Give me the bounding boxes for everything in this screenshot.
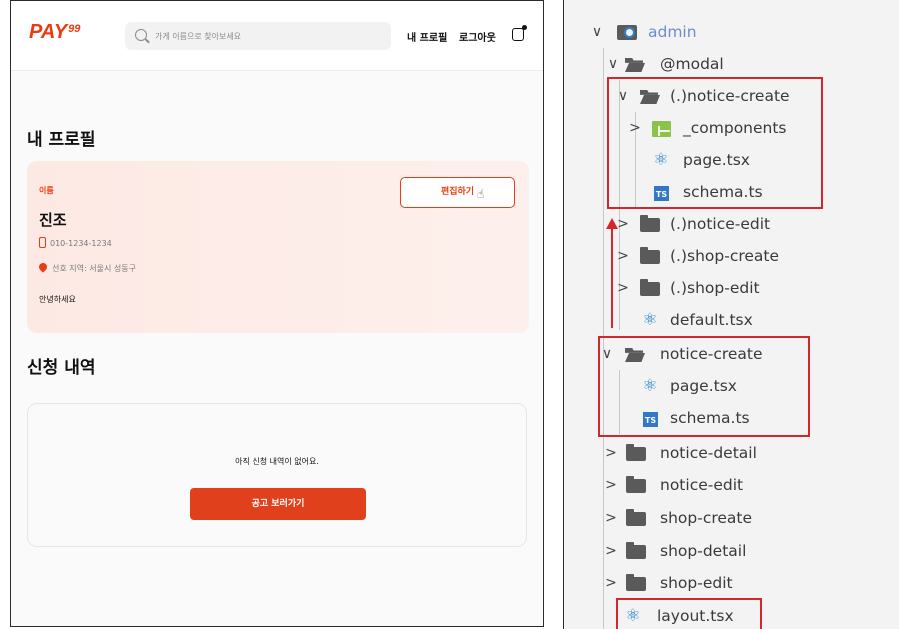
folder-open-icon — [625, 58, 645, 72]
logo[interactable]: PAY99 — [29, 21, 80, 49]
tree-label: (.)notice-edit — [670, 215, 771, 233]
folder-icon — [626, 444, 646, 461]
app-header: PAY99 내 프로필 로그아웃 — [11, 1, 543, 71]
folder-icon — [640, 279, 660, 296]
tree-folder-admin[interactable]: ∨ admin — [564, 16, 899, 48]
tree-file-default-tsx[interactable]: ⚛ default.tsx — [564, 304, 899, 336]
app-screenshot: PAY99 내 프로필 로그아웃 내 프로필 이름 진조 010-1234-12… — [10, 0, 544, 627]
annotation-box-notice-create — [598, 336, 810, 437]
tree-folder-intercept-shop-edit[interactable]: > (.)shop-edit — [564, 272, 899, 304]
tree-label: admin — [648, 23, 697, 41]
chevron-right-icon: > — [617, 216, 629, 232]
annotation-box-layout — [616, 598, 762, 629]
area-row: 선호 지역: 서울시 성동구 — [37, 261, 136, 274]
applications-title: 신청 내역 — [27, 358, 96, 378]
tree-label: notice-edit — [660, 476, 744, 494]
search-input[interactable] — [155, 26, 381, 46]
chevron-right-icon: > — [617, 248, 629, 264]
tree-folder-shop-edit[interactable]: > shop-edit — [564, 567, 899, 599]
admin-folder-icon — [617, 25, 637, 40]
profile-card: 이름 진조 010-1234-1234 선호 지역: 서울시 성동구 안녕하세요… — [27, 161, 529, 333]
tree-label: notice-detail — [660, 444, 757, 462]
nav-logout-link[interactable]: 로그아웃 — [459, 29, 496, 44]
tree-label: @modal — [660, 55, 724, 73]
page-title: 내 프로필 — [27, 130, 96, 150]
tree-label: default.tsx — [670, 311, 753, 329]
folder-icon — [626, 574, 646, 591]
folder-icon — [626, 476, 646, 493]
annotation-arrow-line — [611, 226, 613, 328]
tree-folder-intercept-shop-create[interactable]: > (.)shop-create — [564, 240, 899, 272]
search-bar[interactable] — [125, 22, 391, 50]
logo-text: PAY — [29, 21, 68, 43]
tree-label: shop-detail — [660, 542, 747, 560]
empty-applications-text: 아직 신청 내역이 없어요. — [235, 457, 319, 466]
folder-icon — [626, 542, 646, 559]
tree-label: shop-create — [660, 509, 753, 527]
applications-card: 아직 신청 내역이 없어요. 공고 보러가기 — [27, 403, 527, 547]
search-icon — [135, 29, 147, 41]
tree-label: shop-edit — [660, 574, 733, 592]
folder-icon — [626, 509, 646, 526]
folder-icon — [640, 215, 660, 232]
tree-label: (.)shop-edit — [670, 279, 760, 297]
tree-folder-notice-detail[interactable]: > notice-detail — [564, 437, 899, 469]
location-pin-icon — [37, 261, 49, 273]
phone-number: 010-1234-1234 — [50, 239, 112, 248]
name-label: 이름 — [39, 186, 54, 195]
chevron-right-icon: > — [605, 575, 617, 591]
react-icon: ⚛ — [642, 310, 658, 330]
nav-my-profile-link[interactable]: 내 프로필 — [407, 29, 447, 44]
chevron-down-icon: ∨ — [607, 56, 619, 72]
browse-notices-button[interactable]: 공고 보러가기 — [190, 488, 366, 520]
folder-icon — [640, 247, 660, 264]
tree-folder-notice-edit[interactable]: > notice-edit — [564, 469, 899, 501]
preferred-area: 선호 지역: 서울시 성동구 — [52, 264, 136, 273]
annotation-arrow-head — [606, 218, 618, 229]
phone-icon — [39, 237, 46, 248]
annotation-box-intercept-route — [607, 77, 823, 209]
tree-folder-shop-create[interactable]: > shop-create — [564, 502, 899, 534]
logo-superscript: 99 — [68, 22, 81, 35]
hand-cursor-icon: ☝ — [477, 187, 485, 201]
edit-profile-button[interactable]: 편집하기 — [400, 177, 515, 208]
chevron-right-icon: > — [605, 445, 617, 461]
tree-folder-shop-detail[interactable]: > shop-detail — [564, 535, 899, 567]
chevron-right-icon: > — [605, 477, 617, 493]
notification-icon[interactable] — [512, 25, 527, 41]
chevron-down-icon: ∨ — [591, 24, 603, 40]
profile-name: 진조 — [39, 211, 67, 229]
chevron-right-icon: > — [605, 510, 617, 526]
chevron-right-icon: > — [605, 543, 617, 559]
tree-folder-modal[interactable]: ∨ @modal — [564, 48, 899, 80]
chevron-right-icon: > — [617, 280, 629, 296]
tree-label: (.)shop-create — [670, 247, 780, 265]
phone-row: 010-1234-1234 — [39, 237, 112, 248]
profile-intro: 안녕하세요 — [39, 295, 76, 304]
